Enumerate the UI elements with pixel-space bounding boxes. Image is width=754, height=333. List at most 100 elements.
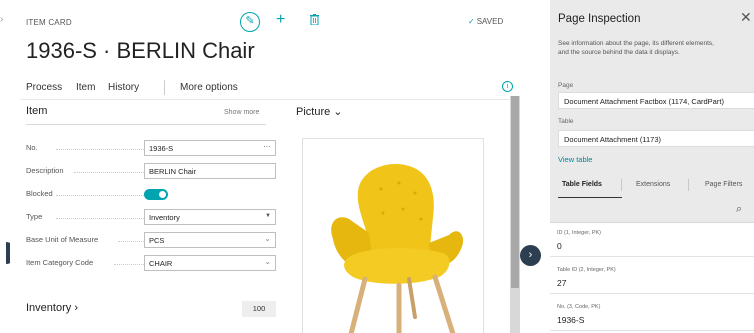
tab-page-filters[interactable]: Page Filters — [705, 181, 742, 188]
inspector-description-line: See information about the page, its diff… — [558, 40, 714, 47]
toggle-inspector-button[interactable]: › — [520, 245, 541, 266]
saved-label: SAVED — [476, 17, 504, 26]
no-value: 1936-S — [149, 144, 174, 153]
edit-icon: ✎ — [245, 15, 255, 27]
category-field[interactable]: CHAIR ⌄ — [144, 255, 276, 271]
chevron-down-icon: ⌄ — [330, 106, 343, 118]
plus-icon: + — [276, 11, 286, 28]
field-value: 1936-S — [557, 315, 585, 325]
description-field[interactable]: BERLIN Chair — [144, 163, 276, 179]
field-value: 27 — [557, 278, 567, 288]
field-value: 0 — [557, 241, 562, 251]
field-row-type: Type Inventory ▼ — [26, 208, 276, 226]
active-tab-indicator — [558, 197, 622, 198]
checkmark-icon: ✓ — [468, 17, 475, 26]
field-row-blocked: Blocked — [26, 185, 276, 203]
edit-button[interactable]: ✎ — [240, 12, 260, 32]
view-table-link[interactable]: View table — [558, 155, 592, 164]
page-value-field: Document Attachment Factbox (1174, CardP… — [558, 92, 754, 109]
action-item[interactable]: Item — [76, 82, 95, 93]
inspector-description: See information about the page, its diff… — [558, 39, 754, 57]
type-select[interactable]: Inventory ▼ — [144, 209, 276, 225]
category-value: CHAIR — [149, 259, 173, 268]
description-value: BERLIN Chair — [149, 167, 197, 176]
scrollbar-thumb[interactable] — [511, 96, 519, 288]
table-fields-list: ID (1, Integer, PK) 0 Table ID (2, Integ… — [550, 222, 754, 333]
item-picture-frame[interactable] — [302, 138, 484, 333]
field-name: ID (1, Integer, PK) — [557, 230, 602, 236]
list-item[interactable]: Table ID (2, Integer, PK) 27 — [550, 260, 754, 294]
type-label: Type — [26, 212, 43, 221]
page-title: 1936-S · BERLIN Chair — [26, 38, 255, 63]
card-type-label: ITEM CARD — [26, 18, 72, 27]
action-history[interactable]: History — [108, 82, 139, 93]
action-separator — [164, 80, 165, 95]
table-label: Table — [558, 118, 574, 125]
picture-title-text: Picture — [296, 106, 331, 118]
section-divider — [26, 124, 266, 125]
chevron-right-icon: › — [74, 302, 78, 314]
blocked-toggle[interactable] — [144, 189, 168, 200]
item-section-title[interactable]: Item — [26, 105, 47, 117]
description-label: Description — [26, 166, 64, 175]
info-icon[interactable]: i — [502, 81, 513, 92]
action-bar: Process Item History More options i — [20, 76, 513, 100]
delete-button[interactable] — [310, 14, 319, 28]
leader-dots — [56, 195, 148, 196]
field-row-no: No. 1936-S ··· — [26, 139, 276, 157]
picture-title[interactable]: Picture ⌄ — [296, 105, 343, 118]
page-label: Page — [558, 82, 574, 89]
leader-dots — [118, 241, 144, 242]
inventory-value: 100 — [242, 301, 276, 317]
inventory-title-text: Inventory — [26, 302, 72, 314]
assist-edit-icon[interactable]: ··· — [263, 142, 271, 151]
chevron-right-icon: › — [528, 249, 533, 261]
inspector-title: Page Inspection — [558, 13, 641, 25]
field-row-description: Description BERLIN Chair — [26, 162, 276, 180]
card-header: ITEM CARD ✎ + ✓ SAVED — [26, 11, 506, 34]
field-name: Table ID (2, Integer, PK) — [557, 267, 616, 273]
chevron-down-icon[interactable]: ⌄ — [264, 257, 271, 266]
action-process[interactable]: Process — [26, 82, 62, 93]
list-item[interactable]: No. (3, Code, PK) 1936-S — [550, 297, 754, 331]
close-icon[interactable]: ✕ — [740, 9, 752, 26]
item-card: ITEM CARD ✎ + ✓ SAVED 1936-S · BERLIN Cha… — [10, 0, 520, 333]
leader-dots — [56, 149, 148, 150]
tab-separator — [688, 179, 689, 191]
inventory-section-title[interactable]: Inventory › — [26, 302, 78, 314]
no-field[interactable]: 1936-S ··· — [144, 140, 276, 156]
chevron-down-icon[interactable]: ⌄ — [264, 234, 271, 243]
left-edge: › — [0, 0, 6, 333]
blocked-label: Blocked — [26, 189, 53, 198]
action-more-options[interactable]: More options — [180, 82, 238, 93]
inspector-description-line: and the source behind the data it displa… — [558, 49, 680, 56]
list-item[interactable]: ID (1, Integer, PK) 0 — [550, 223, 754, 257]
category-label: Item Category Code — [26, 258, 94, 267]
search-icon[interactable]: ⌕ — [736, 203, 742, 216]
new-button[interactable]: + — [276, 11, 285, 29]
leader-dots — [56, 218, 148, 219]
card-scrollbar[interactable] — [510, 96, 520, 333]
base-unit-value: PCS — [149, 236, 165, 245]
chair-image — [331, 164, 464, 333]
dropdown-arrow-icon: ▼ — [265, 213, 271, 219]
saved-status: ✓ SAVED — [468, 17, 503, 26]
toggle-knob — [159, 191, 166, 198]
no-label: No. — [26, 143, 38, 152]
delete-icon — [310, 14, 319, 26]
leader-dots — [114, 264, 144, 265]
table-value-field: Document Attachment (1173) — [558, 130, 754, 147]
back-chevron-icon[interactable]: › — [0, 14, 3, 25]
leader-dots — [74, 172, 148, 173]
inventory-section: Inventory › 100 — [26, 300, 276, 320]
base-unit-field[interactable]: PCS ⌄ — [144, 232, 276, 248]
field-name: No. (3, Code, PK) — [557, 304, 601, 310]
tab-extensions[interactable]: Extensions — [636, 181, 670, 188]
field-row-category: Item Category Code CHAIR ⌄ — [26, 254, 276, 272]
tab-separator — [621, 179, 622, 191]
show-more-link[interactable]: Show more — [224, 109, 259, 116]
picture-factbox: Picture ⌄ — [296, 105, 510, 333]
page-inspection-panel: Page Inspection ✕ See information about … — [550, 0, 754, 333]
type-value: Inventory — [149, 213, 180, 222]
tab-table-fields[interactable]: Table Fields — [562, 181, 602, 188]
